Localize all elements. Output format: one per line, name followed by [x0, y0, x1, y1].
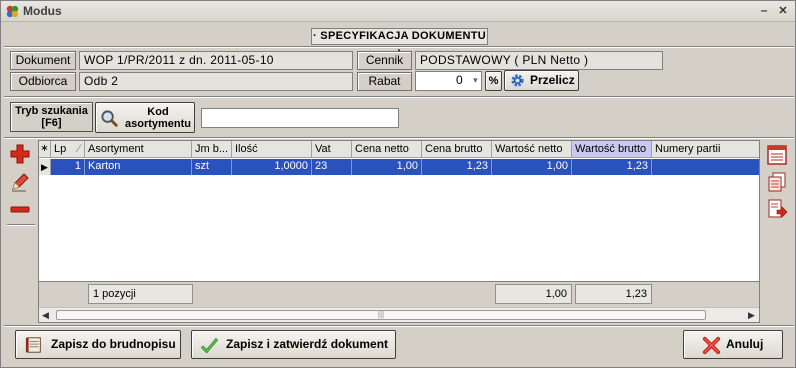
- horizontal-scrollbar[interactable]: ◀ ||| ▶: [39, 307, 759, 322]
- row-indicator-header: ∗: [39, 141, 51, 158]
- cell-vat: 23: [312, 159, 352, 175]
- tool-divider: [7, 224, 35, 226]
- section-header: · SPECYFIKACJA DOKUMENTU ·: [311, 28, 488, 57]
- column-header-cena-netto[interactable]: Cena netto: [352, 141, 422, 158]
- odbiorca-value: Odb 2: [79, 72, 353, 91]
- search-mode-label: Tryb szukania: [15, 105, 88, 117]
- dokument-value: WOP 1/PR/2011 z dn. 2011-05-10: [79, 51, 353, 70]
- dokument-label: Dokument: [10, 51, 76, 70]
- rabat-input[interactable]: 0 ▾: [415, 71, 482, 91]
- rabat-label: Rabat: [357, 72, 412, 91]
- divider: [4, 46, 794, 48]
- asortymentu-label: asortymentu: [124, 118, 192, 130]
- cell-numery-partii: [652, 159, 759, 175]
- search-mode-shortcut: [F6]: [41, 117, 62, 129]
- kod-label: Kod: [147, 106, 169, 118]
- odbiorca-label: Odbiorca: [10, 72, 76, 91]
- documents-stack-icon[interactable]: [766, 171, 788, 193]
- column-header-wartosc-netto[interactable]: Wartość netto: [492, 141, 572, 158]
- save-approve-button[interactable]: Zapisz i zatwierdź dokument: [191, 330, 396, 359]
- save-draft-button[interactable]: Zapisz do brudnopisu: [15, 330, 181, 359]
- save-draft-label: Zapisz do brudnopisu: [51, 337, 176, 351]
- divider: [4, 325, 794, 327]
- notepad-icon: [25, 337, 41, 353]
- cennik-label: Cennik: [357, 51, 412, 70]
- sort-indicator-icon: ∕: [78, 143, 80, 155]
- percent-toggle[interactable]: %: [485, 71, 502, 91]
- rabat-value: 0: [456, 73, 463, 87]
- cell-asortyment: Karton: [85, 159, 192, 175]
- minimize-button[interactable]: ‒: [757, 4, 771, 18]
- gear-icon: [511, 74, 524, 87]
- column-header-ilosc[interactable]: Ilość: [232, 141, 312, 158]
- sum-wartosc-netto: 1,00: [495, 284, 572, 304]
- sum-wartosc-brutto: 1,23: [575, 284, 652, 304]
- scroll-right-icon[interactable]: ▶: [748, 308, 755, 322]
- row-count: 1 pozycji: [88, 284, 193, 304]
- title-bar: Modus ‒ ✕: [1, 1, 795, 22]
- column-lp-label: Lp: [54, 143, 67, 155]
- kod-asortymentu-button[interactable]: Kod asortymentu: [95, 102, 195, 133]
- edit-pencil-icon[interactable]: [9, 171, 31, 193]
- column-header-numery-partii[interactable]: Numery partii: [652, 141, 759, 158]
- table-row[interactable]: ▶ 1 Karton szt 1,0000 23 1,00 1,23 1,00 …: [39, 159, 759, 175]
- table-view-icon[interactable]: [766, 144, 788, 166]
- app-logo-icon: [6, 5, 19, 18]
- cancel-label: Anuluj: [726, 337, 764, 351]
- close-button[interactable]: ✕: [776, 4, 790, 18]
- magnifier-icon: [101, 110, 119, 128]
- cell-wartosc-brutto: 1,23: [572, 159, 652, 175]
- cell-jm: szt: [192, 159, 232, 175]
- divider: [4, 96, 794, 98]
- cennik-value[interactable]: PODSTAWOWY ( PLN Netto ): [415, 51, 663, 70]
- przelicz-button[interactable]: Przelicz: [504, 70, 579, 91]
- cell-cena-brutto: 1,23: [422, 159, 492, 175]
- scroll-thumb[interactable]: |||: [56, 310, 706, 320]
- remove-minus-icon[interactable]: [9, 199, 31, 221]
- scroll-left-icon[interactable]: ◀: [42, 308, 49, 322]
- column-header-jm[interactable]: Jm b...: [192, 141, 232, 158]
- cell-lp: 1: [51, 159, 85, 175]
- cell-wartosc-netto: 1,00: [492, 159, 572, 175]
- export-document-icon[interactable]: [766, 198, 788, 220]
- grid-footer: 1 pozycji 1,00 1,23: [39, 281, 759, 307]
- cell-cena-netto: 1,00: [352, 159, 422, 175]
- column-header-lp[interactable]: Lp ∕: [51, 141, 85, 158]
- cell-ilosc: 1,0000: [232, 159, 312, 175]
- items-grid[interactable]: ∗ Lp ∕ Asortyment Jm b... Ilość Vat Cena…: [38, 140, 760, 323]
- column-header-vat[interactable]: Vat: [312, 141, 352, 158]
- column-header-asortyment[interactable]: Asortyment: [85, 141, 192, 158]
- column-header-cena-brutto[interactable]: Cena brutto: [422, 141, 492, 158]
- search-mode-box: Tryb szukania [F6]: [10, 102, 93, 132]
- chevron-down-icon[interactable]: ▾: [473, 72, 478, 89]
- window-title: Modus: [23, 4, 62, 18]
- checkmark-icon: [200, 337, 219, 354]
- przelicz-label: Przelicz: [530, 73, 575, 87]
- divider: [4, 137, 794, 139]
- save-approve-label: Zapisz i zatwierdź dokument: [226, 337, 389, 351]
- column-header-wartosc-brutto[interactable]: Wartość brutto: [572, 141, 652, 158]
- add-plus-icon[interactable]: [9, 143, 31, 165]
- row-pointer-icon: ▶: [39, 159, 51, 175]
- close-x-icon: [702, 336, 721, 355]
- cancel-button[interactable]: Anuluj: [683, 330, 783, 359]
- search-input[interactable]: [201, 108, 399, 128]
- main-window: Modus ‒ ✕ · SPECYFIKACJA DOKUMENTU · Dok…: [0, 0, 796, 368]
